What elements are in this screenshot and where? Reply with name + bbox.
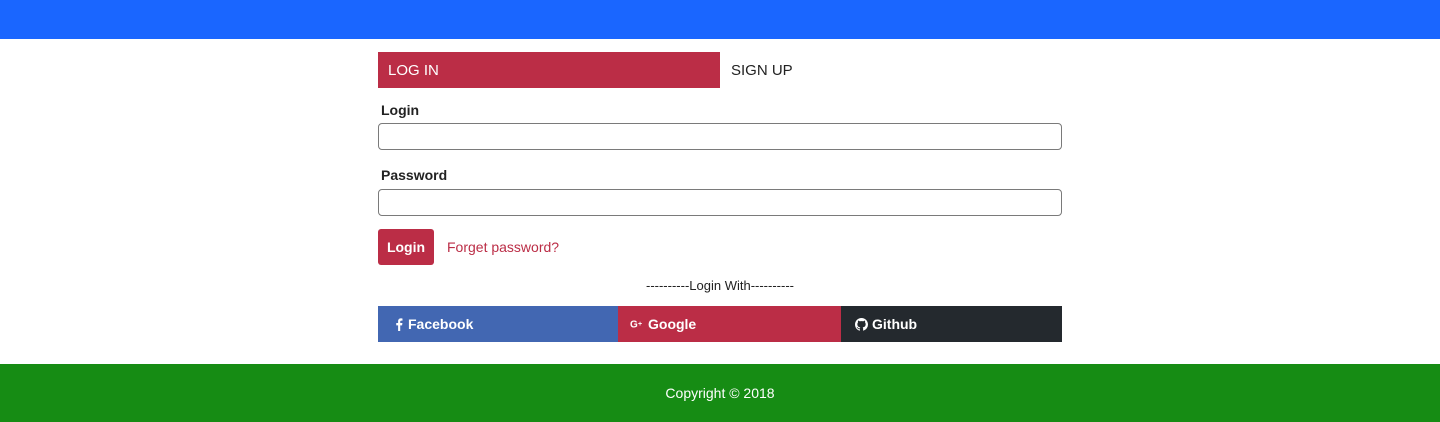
login-with-divider: ----------Login With---------- [645, 278, 794, 293]
forgot-password-link[interactable]: Forget password? [447, 239, 559, 255]
footer: Copyright © 2018 [0, 364, 1440, 422]
svg-text:G: G [630, 320, 638, 330]
github-icon [855, 317, 868, 331]
login-panel: LOG IN SIGN UP Login Password Login Forg… [378, 52, 1062, 342]
login-button[interactable]: Login [378, 229, 434, 265]
login-input[interactable] [378, 123, 1062, 150]
tab-signup[interactable]: SIGN UP [720, 52, 1062, 88]
password-input[interactable] [378, 189, 1062, 216]
facebook-icon [394, 317, 404, 331]
github-login-button[interactable]: Github [841, 306, 1062, 342]
facebook-login-button[interactable]: Facebook [378, 306, 618, 342]
google-label: Google [648, 316, 697, 332]
copyright-text: Copyright © 2018 [665, 385, 775, 401]
github-label: Github [872, 316, 918, 332]
auth-tabs: LOG IN SIGN UP [378, 52, 1062, 88]
tab-login-label: LOG IN [388, 61, 439, 79]
social-login-row: Facebook G + Google Github [378, 306, 1062, 342]
password-field-label: Password [381, 167, 448, 183]
tab-signup-label: SIGN UP [731, 61, 793, 79]
top-header-bar [0, 0, 1440, 39]
google-login-button[interactable]: G + Google [618, 306, 841, 342]
login-field-label: Login [381, 102, 420, 118]
svg-text:+: + [638, 321, 642, 328]
facebook-label: Facebook [408, 316, 474, 332]
google-plus-icon: G + [630, 319, 644, 330]
tab-login[interactable]: LOG IN [378, 52, 720, 88]
